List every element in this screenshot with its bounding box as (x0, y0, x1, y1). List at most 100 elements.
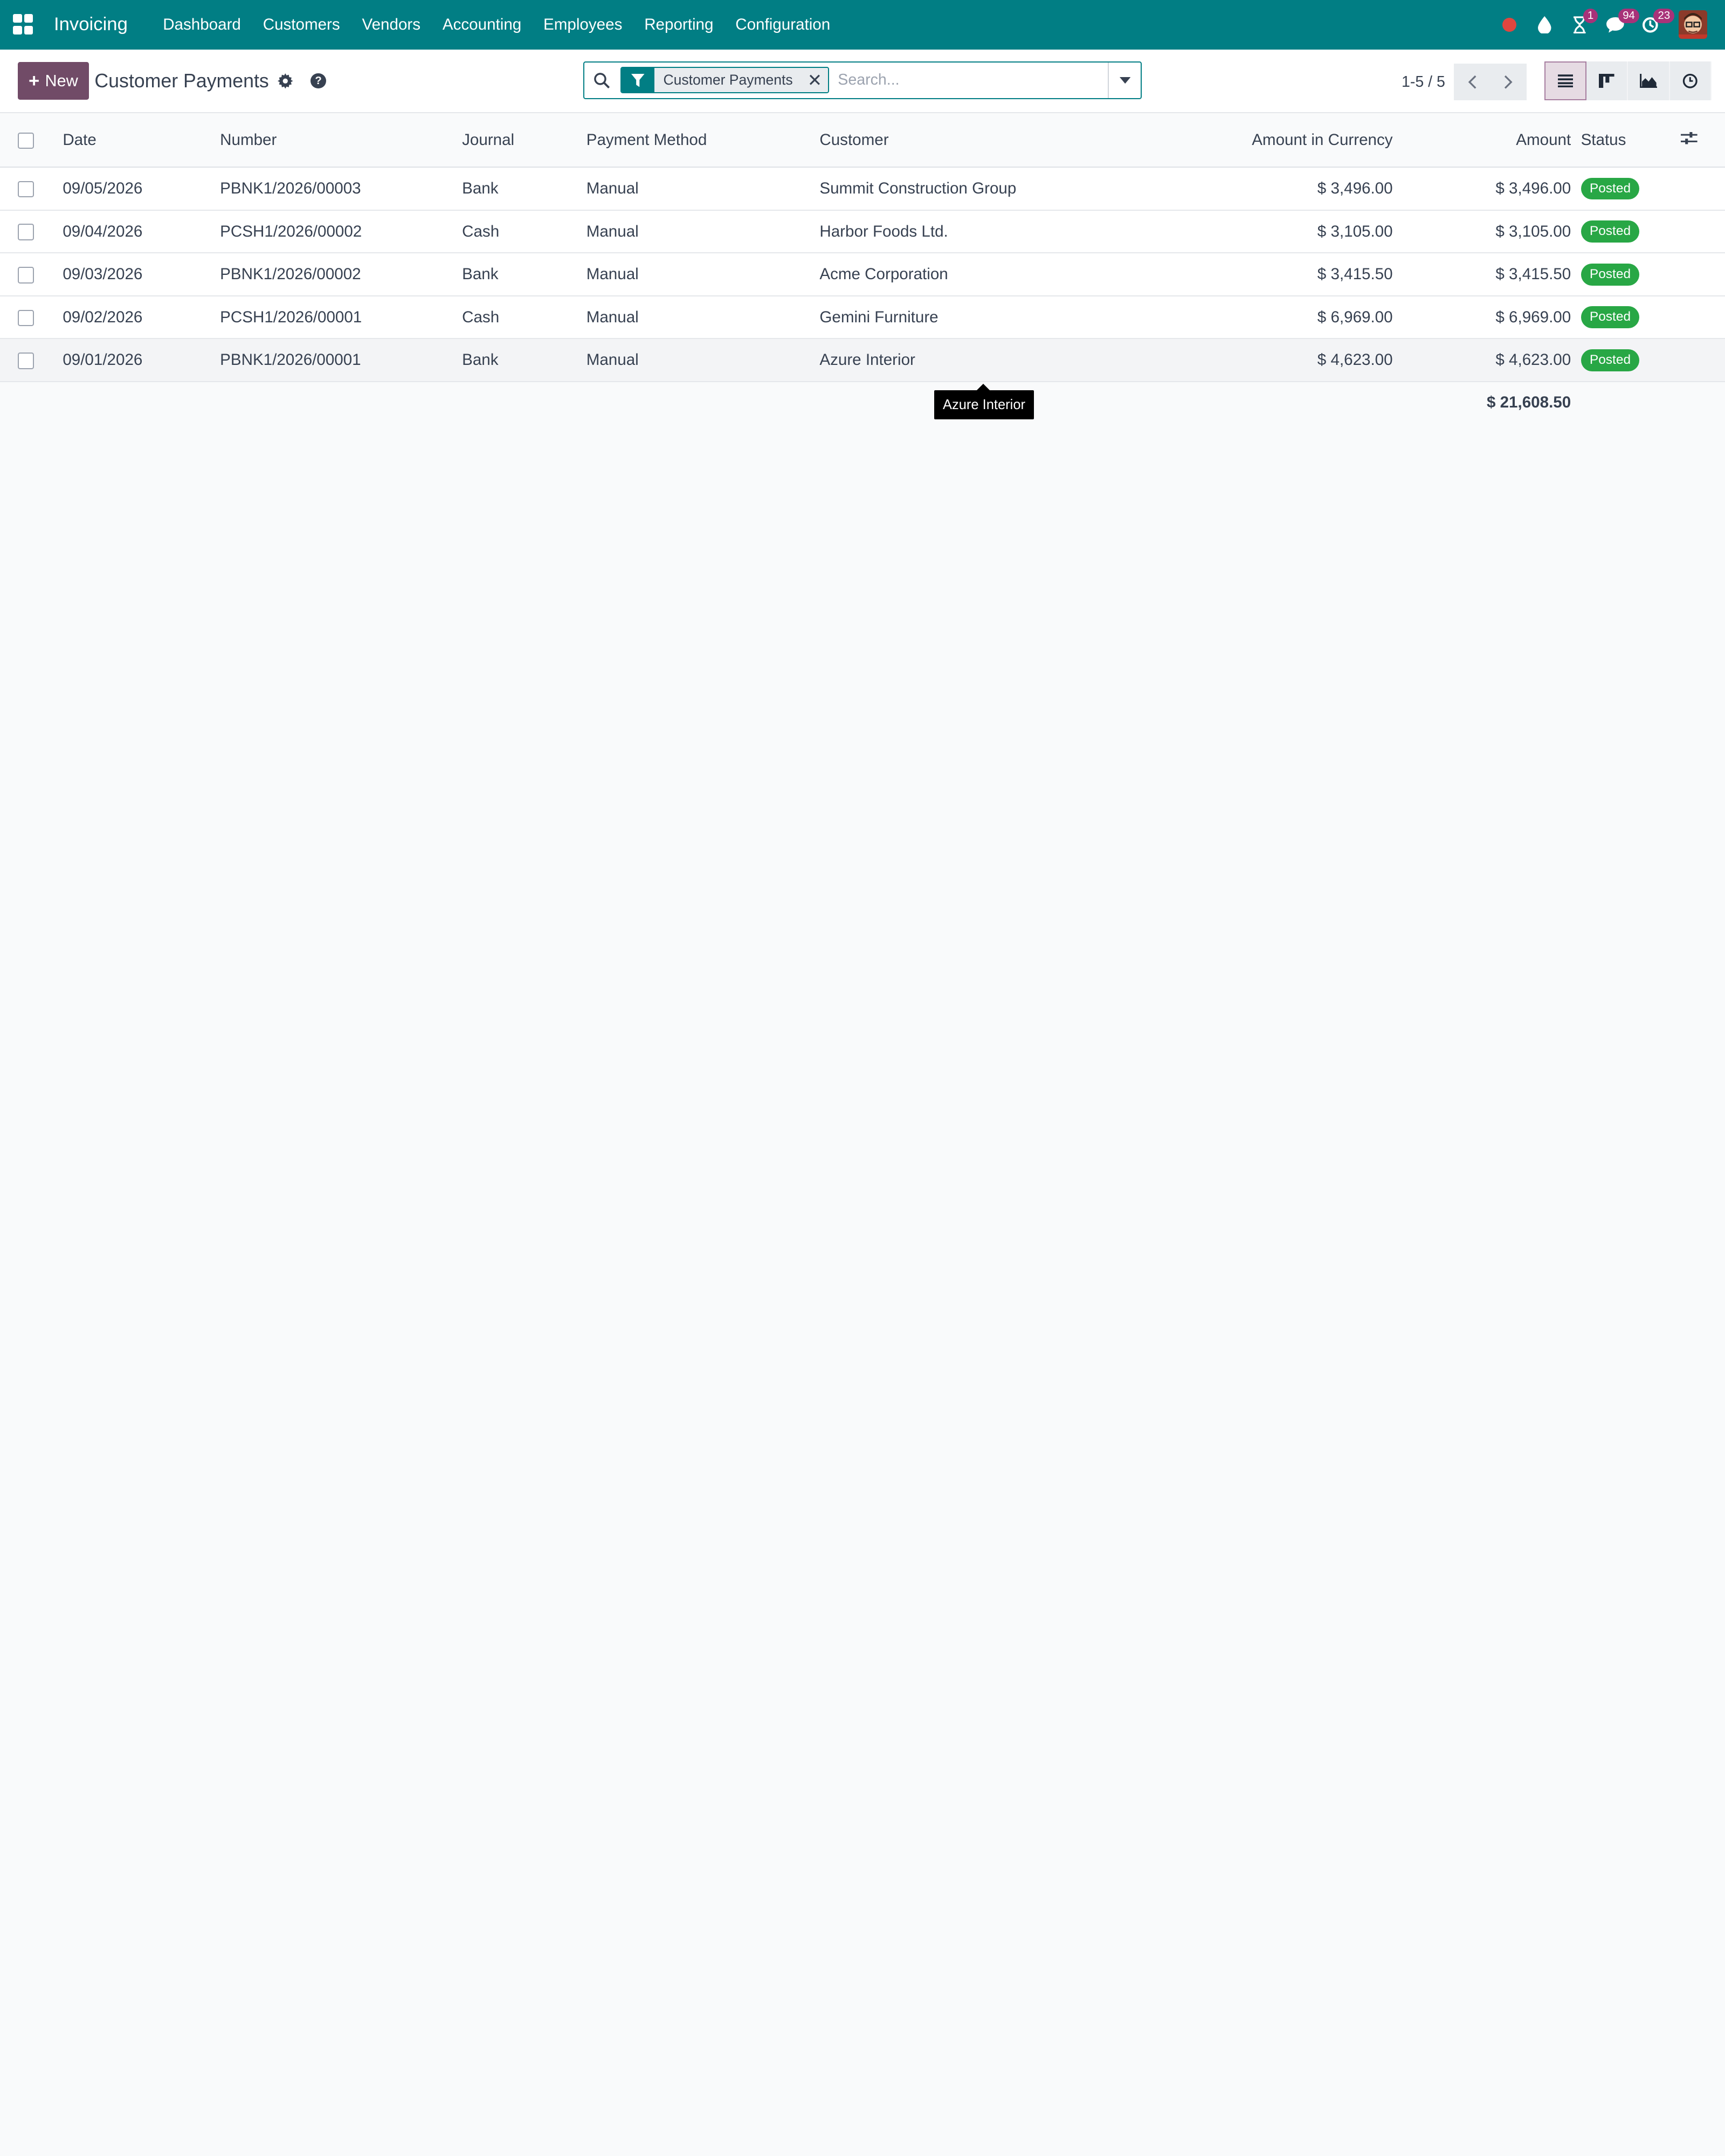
table-row[interactable]: 09/01/2026 PBNK1/2026/00001 Bank Manual … (0, 338, 1725, 382)
pager-value[interactable]: 1-5 / 5 (1402, 73, 1445, 91)
graph-view-button[interactable] (1628, 61, 1670, 100)
cell-date: 09/02/2026 (63, 308, 143, 326)
column-amount-currency[interactable]: Amount in Currency (1050, 113, 1392, 167)
table-row[interactable]: 09/04/2026 PCSH1/2026/00002 Cash Manual … (0, 210, 1725, 253)
column-status[interactable]: Status (1571, 113, 1681, 167)
cell-journal: Cash (462, 308, 500, 326)
status-badge: Posted (1581, 177, 1640, 200)
column-journal[interactable]: Journal (462, 113, 586, 167)
recording-icon[interactable] (1492, 0, 1527, 50)
search-input[interactable] (838, 71, 1108, 89)
cell-amount: $ 4,623.00 (1495, 351, 1571, 369)
cell-amount: $ 6,969.00 (1495, 308, 1571, 326)
column-amount[interactable]: Amount (1393, 113, 1571, 167)
row-checkbox[interactable] (17, 224, 34, 241)
status-badge: Posted (1581, 220, 1640, 243)
pager-previous-button[interactable] (1454, 64, 1491, 100)
table-row[interactable]: 09/03/2026 PBNK1/2026/00002 Bank Manual … (0, 253, 1725, 296)
row-checkbox[interactable] (17, 266, 34, 284)
pager-next-button[interactable] (1490, 64, 1527, 100)
menu-vendors[interactable]: Vendors (351, 0, 431, 50)
messages-icon[interactable]: 94 (1597, 0, 1640, 50)
search-options-toggle[interactable] (1108, 63, 1141, 98)
cell-payment-method: Manual (586, 351, 639, 369)
cell-journal: Cash (462, 222, 500, 240)
drop-icon[interactable] (1527, 0, 1562, 50)
search-icon[interactable] (584, 72, 619, 89)
main-menu: Dashboard Customers Vendors Accounting E… (152, 0, 841, 50)
menu-accounting[interactable]: Accounting (431, 0, 532, 50)
cell-customer: Harbor Foods Ltd. (819, 222, 948, 240)
payments-table: Date Number Journal Payment Method Custo… (0, 113, 1725, 423)
cell-journal: Bank (462, 265, 499, 284)
app-brand[interactable]: Invoicing (54, 14, 128, 35)
cell-payment-method: Manual (586, 265, 639, 284)
row-checkbox[interactable] (17, 181, 34, 198)
table-footer-row: $ 21,608.50 (0, 382, 1725, 424)
table-row[interactable]: 09/05/2026 PBNK1/2026/00003 Bank Manual … (0, 167, 1725, 210)
cell-amount-currency: $ 3,496.00 (1317, 179, 1393, 197)
cell-number: PBNK1/2026/00001 (220, 351, 361, 369)
cell-customer: Gemini Furniture (819, 308, 939, 326)
cell-amount-currency: $ 3,415.50 (1317, 265, 1393, 284)
table-header-row: Date Number Journal Payment Method Custo… (0, 113, 1725, 168)
cell-amount: $ 3,415.50 (1495, 265, 1571, 284)
status-badge: Posted (1581, 263, 1640, 286)
page: Invoicing Dashboard Customers Vendors Ac… (0, 0, 1725, 1078)
activity-view-button[interactable] (1669, 61, 1712, 100)
cell-date: 09/01/2026 (63, 351, 143, 369)
customer-tooltip: Azure Interior (934, 384, 1034, 419)
row-checkbox[interactable] (17, 309, 34, 327)
cell-amount-currency: $ 6,969.00 (1317, 308, 1393, 326)
status-badge: Posted (1581, 306, 1640, 329)
pager: 1-5 / 5 (1402, 64, 1527, 100)
cell-date: 09/03/2026 (63, 265, 143, 284)
activities-badge: 1 (1583, 9, 1598, 23)
plus-icon: + (29, 70, 40, 91)
cell-customer: Acme Corporation (819, 265, 948, 284)
new-button-label: New (45, 71, 78, 90)
help-icon[interactable]: ? (310, 73, 326, 89)
sliders-icon[interactable] (1681, 132, 1698, 144)
search-facet: Customer Payments ✕ (620, 67, 829, 94)
menu-reporting[interactable]: Reporting (633, 0, 724, 50)
cell-customer: Azure Interior (819, 351, 915, 369)
column-payment-method[interactable]: Payment Method (586, 113, 820, 167)
cell-amount-currency: $ 3,105.00 (1317, 222, 1393, 240)
status-badge: Posted (1581, 349, 1640, 371)
menu-dashboard[interactable]: Dashboard (152, 0, 252, 50)
page-title: Customer Payments (94, 70, 269, 92)
cell-payment-method: Manual (586, 222, 639, 240)
cell-amount-currency: $ 4,623.00 (1317, 351, 1393, 369)
column-customer[interactable]: Customer (819, 113, 1050, 167)
menu-customers[interactable]: Customers (252, 0, 351, 50)
new-button[interactable]: + New (17, 62, 89, 100)
filter-icon (621, 68, 655, 93)
list-view-button[interactable] (1544, 61, 1586, 100)
updates-icon[interactable]: 23 (1633, 0, 1675, 50)
cell-number: PBNK1/2026/00002 (220, 265, 361, 284)
facet-remove-icon[interactable]: ✕ (801, 68, 828, 93)
gear-icon[interactable] (278, 72, 295, 90)
cell-amount: $ 3,496.00 (1495, 179, 1571, 197)
column-number[interactable]: Number (220, 113, 462, 167)
row-checkbox[interactable] (17, 353, 34, 369)
optional-columns-toggle[interactable] (1681, 113, 1725, 167)
menu-employees[interactable]: Employees (533, 0, 633, 50)
table-row[interactable]: 09/02/2026 PCSH1/2026/00001 Cash Manual … (0, 295, 1725, 339)
cell-date: 09/04/2026 (63, 222, 143, 240)
view-switcher (1544, 61, 1712, 100)
systray: 1 94 23 (1492, 0, 1725, 50)
search-bar: Customer Payments ✕ (583, 61, 1142, 99)
select-all-checkbox[interactable] (17, 132, 34, 149)
cell-payment-method: Manual (586, 179, 639, 197)
cell-journal: Bank (462, 179, 499, 197)
menu-configuration[interactable]: Configuration (724, 0, 841, 50)
apps-menu-icon[interactable] (13, 13, 35, 36)
kanban-view-button[interactable] (1586, 61, 1629, 100)
cell-number: PCSH1/2026/00002 (220, 222, 362, 240)
column-date[interactable]: Date (63, 113, 220, 167)
cell-number: PBNK1/2026/00003 (220, 179, 361, 197)
activities-icon[interactable]: 1 (1562, 0, 1598, 50)
user-avatar[interactable] (1679, 10, 1708, 39)
